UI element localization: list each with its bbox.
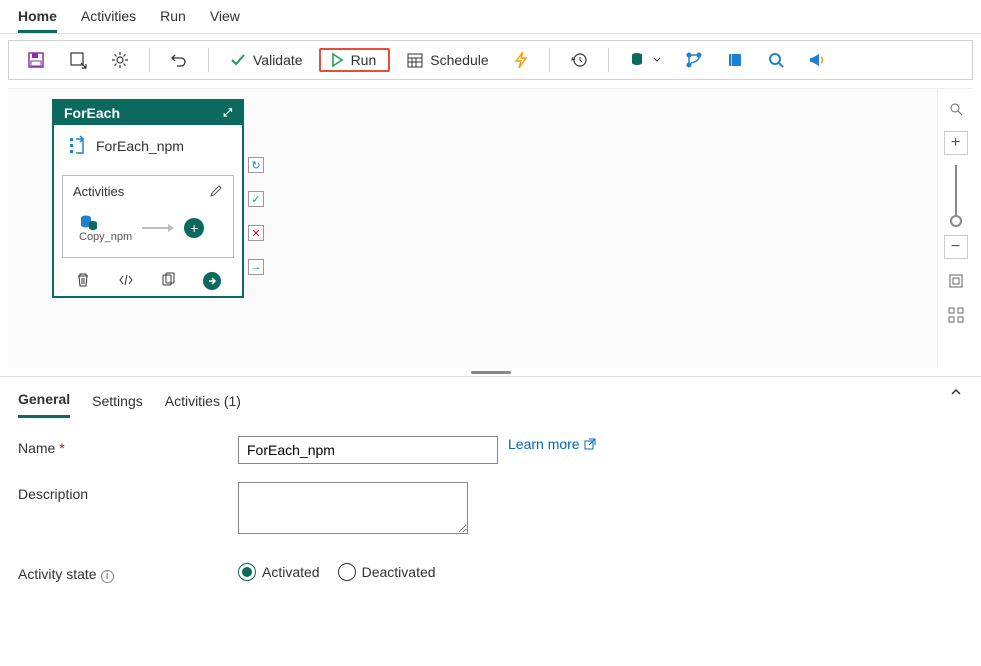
- radio-deactivated-label: Deactivated: [362, 564, 436, 580]
- toolbar-separator: [608, 48, 609, 72]
- layout-icon: [948, 307, 964, 323]
- tab-run[interactable]: Run: [160, 4, 186, 33]
- gear-icon: [111, 51, 129, 69]
- tab-home[interactable]: Home: [18, 4, 57, 33]
- copy-activity-label: Copy_npm: [79, 231, 132, 243]
- radio-activated[interactable]: Activated: [238, 563, 320, 581]
- lightning-button[interactable]: [505, 47, 537, 73]
- schedule-label: Schedule: [430, 52, 488, 68]
- panel-resize-handle[interactable]: [0, 368, 981, 376]
- connector-loop-icon[interactable]: ↻: [248, 157, 264, 173]
- calendar-icon: [406, 51, 424, 69]
- settings-button[interactable]: [103, 47, 137, 73]
- info-icon[interactable]: i: [101, 570, 114, 583]
- toolbar: Validate Run Schedule: [8, 40, 973, 80]
- edit-icon[interactable]: [209, 184, 223, 198]
- description-label: Description: [18, 482, 238, 502]
- branch-icon: [685, 51, 703, 69]
- learn-more-link[interactable]: Learn more: [508, 436, 596, 452]
- add-activity-button[interactable]: +: [184, 218, 204, 238]
- top-tabs: Home Activities Run View: [0, 0, 981, 34]
- validate-button[interactable]: Validate: [221, 47, 311, 73]
- zoom-slider[interactable]: [955, 165, 957, 225]
- book-button[interactable]: [719, 48, 751, 72]
- history-button[interactable]: [562, 47, 596, 73]
- foreach-type-label: ForEach: [64, 105, 120, 121]
- card-action-bar: [54, 266, 242, 296]
- schedule-button[interactable]: Schedule: [398, 47, 496, 73]
- chevron-up-icon: [949, 385, 963, 399]
- foreach-card-header: ForEach ⤢: [54, 101, 242, 125]
- search-icon: [767, 51, 785, 69]
- fit-icon: [948, 273, 964, 289]
- copy-activity-icon: [79, 213, 99, 231]
- activity-state-radio-group: Activated Deactivated: [238, 563, 436, 581]
- tab-activities[interactable]: Activities: [81, 4, 136, 33]
- connector-handles: ↻ ✓ ✕ →: [248, 157, 264, 275]
- layout-button[interactable]: [944, 303, 968, 327]
- connector-fail-icon[interactable]: ✕: [248, 225, 264, 241]
- foreach-name: ForEach_npm: [96, 138, 184, 154]
- tab-view[interactable]: View: [210, 4, 240, 33]
- copy-icon[interactable]: [160, 272, 176, 288]
- activity-state-label: Activity statei: [18, 562, 238, 583]
- run-button[interactable]: Run: [319, 48, 391, 72]
- validate-label: Validate: [253, 52, 303, 68]
- required-indicator: *: [59, 440, 64, 456]
- save-button[interactable]: [19, 47, 53, 73]
- book-icon: [727, 52, 743, 68]
- name-input[interactable]: [238, 436, 498, 464]
- radio-activated-label: Activated: [262, 564, 320, 580]
- play-icon: [329, 52, 345, 68]
- canvas-tools: + −: [937, 89, 973, 368]
- data-button[interactable]: [621, 47, 669, 73]
- database-icon: [629, 51, 647, 69]
- undo-icon: [170, 51, 188, 69]
- undo-button[interactable]: [162, 47, 196, 73]
- delete-icon[interactable]: [75, 272, 91, 288]
- description-input[interactable]: [238, 482, 468, 534]
- radio-deactivated[interactable]: Deactivated: [338, 563, 436, 581]
- chevron-down-icon: [653, 56, 661, 64]
- foreach-activities-box: Activities Copy_npm +: [62, 175, 234, 258]
- proceed-icon[interactable]: [203, 272, 221, 290]
- run-label: Run: [351, 52, 377, 68]
- code-icon[interactable]: [118, 272, 134, 288]
- pipeline-canvas[interactable]: ForEach ⤢ ForEach_npm Activities Copy_np…: [8, 88, 973, 368]
- name-label: Name *: [18, 436, 238, 456]
- canvas-search-button[interactable]: [944, 97, 968, 121]
- expand-icon[interactable]: ⤢: [223, 107, 232, 120]
- search-button[interactable]: [759, 47, 793, 73]
- fit-screen-button[interactable]: [944, 269, 968, 293]
- connector-skip-icon[interactable]: →: [248, 259, 264, 275]
- zoom-out-button[interactable]: −: [944, 235, 968, 259]
- tab-activities-count[interactable]: Activities (1): [165, 389, 241, 417]
- announce-button[interactable]: [801, 47, 835, 73]
- panel-tabs: General Settings Activities (1): [18, 377, 963, 418]
- history-icon: [570, 51, 588, 69]
- properties-panel: General Settings Activities (1) Name * L…: [0, 376, 981, 601]
- megaphone-icon: [809, 51, 827, 69]
- activities-label: Activities: [73, 184, 124, 199]
- arrow-icon: [142, 223, 174, 233]
- save-as-button[interactable]: [61, 47, 95, 73]
- foreach-icon: [66, 135, 88, 157]
- tab-settings[interactable]: Settings: [92, 389, 143, 417]
- toolbar-separator: [149, 48, 150, 72]
- lightning-icon: [513, 51, 529, 69]
- zoom-in-button[interactable]: +: [944, 131, 968, 155]
- save-icon: [27, 51, 45, 69]
- branch-button[interactable]: [677, 47, 711, 73]
- toolbar-separator: [208, 48, 209, 72]
- toolbar-separator: [549, 48, 550, 72]
- tab-general[interactable]: General: [18, 387, 70, 418]
- search-icon: [949, 102, 963, 116]
- foreach-activity-card[interactable]: ForEach ⤢ ForEach_npm Activities Copy_np…: [52, 99, 244, 298]
- connector-success-icon[interactable]: ✓: [248, 191, 264, 207]
- external-link-icon: [584, 438, 596, 450]
- collapse-panel-button[interactable]: [949, 385, 963, 399]
- save-arrow-icon: [69, 51, 87, 69]
- canvas-area: ForEach ⤢ ForEach_npm Activities Copy_np…: [8, 88, 973, 368]
- check-icon: [229, 51, 247, 69]
